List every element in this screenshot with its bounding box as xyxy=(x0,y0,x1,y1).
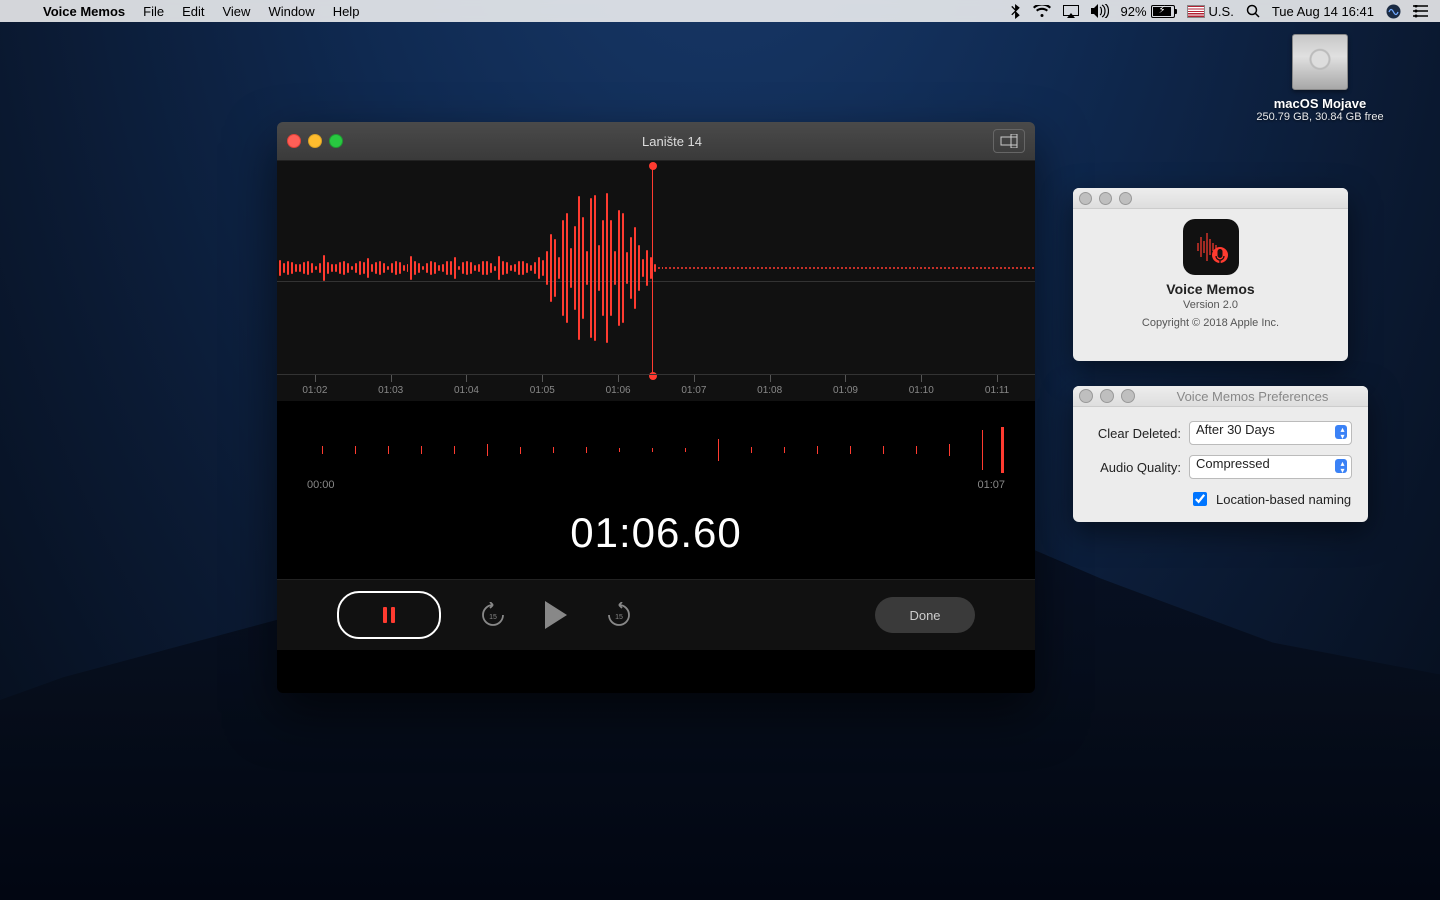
desktop-drive[interactable]: macOS Mojave 250.79 GB, 30.84 GB free xyxy=(1240,34,1400,123)
drive-subtitle: 250.79 GB, 30.84 GB free xyxy=(1240,111,1400,123)
done-button[interactable]: Done xyxy=(875,597,975,633)
drive-icon xyxy=(1292,34,1348,90)
overview-start-time: 00:00 xyxy=(307,479,335,491)
pause-icon xyxy=(383,607,395,623)
clock[interactable]: Tue Aug 14 16:41 xyxy=(1272,4,1374,19)
about-body: Voice Memos Version 2.0 Copyright © 2018… xyxy=(1073,209,1348,337)
minimize-button[interactable] xyxy=(1100,389,1114,403)
about-copyright: Copyright © 2018 Apple Inc. xyxy=(1142,317,1279,329)
overview-waveform[interactable] xyxy=(307,427,1005,473)
menu-help[interactable]: Help xyxy=(324,0,369,22)
voice-memos-window: Lanište 14 01:02 01:03 01:04 01:05 01:06… xyxy=(277,122,1035,693)
waveform-area[interactable]: 01:02 01:03 01:04 01:05 01:06 01:07 01:0… xyxy=(277,161,1035,401)
location-naming-checkbox[interactable] xyxy=(1193,492,1207,506)
waveform-bars xyxy=(277,161,1035,375)
trim-button[interactable] xyxy=(993,129,1025,153)
timeline-tick: 01:09 xyxy=(808,375,884,401)
overview-labels: 00:00 01:07 xyxy=(307,479,1005,491)
traffic-lights xyxy=(287,134,343,148)
skip-back-15-button[interactable]: 15 xyxy=(479,601,507,629)
clear-deleted-value: After 30 Days xyxy=(1196,422,1275,437)
battery-status[interactable]: 92% ⚡︎ xyxy=(1121,4,1175,19)
location-naming-label: Location-based naming xyxy=(1216,492,1351,507)
skip-forward-15-button[interactable]: 15 xyxy=(605,601,633,629)
minimize-button[interactable] xyxy=(308,134,322,148)
input-source-label: U.S. xyxy=(1209,4,1234,19)
input-source[interactable]: U.S. xyxy=(1187,4,1234,19)
menubar: Voice Memos File Edit View Window Help 9… xyxy=(0,0,1440,22)
clear-deleted-select[interactable]: ▴▾ After 30 Days xyxy=(1189,421,1352,445)
prefs-titlebar[interactable]: Voice Memos Preferences xyxy=(1073,386,1368,407)
menu-file[interactable]: File xyxy=(134,0,173,22)
siri-icon[interactable] xyxy=(1386,4,1401,19)
timeline-tick: 01:11 xyxy=(959,375,1035,401)
volume-icon[interactable] xyxy=(1091,4,1109,18)
menu-window[interactable]: Window xyxy=(259,0,323,22)
timeline-ruler: 01:02 01:03 01:04 01:05 01:06 01:07 01:0… xyxy=(277,374,1035,401)
zoom-button[interactable] xyxy=(329,134,343,148)
desktop: Voice Memos File Edit View Window Help 9… xyxy=(0,0,1440,900)
about-window: Voice Memos Version 2.0 Copyright © 2018… xyxy=(1073,188,1348,361)
overview-area: 00:00 01:07 xyxy=(277,401,1035,497)
transport-controls: 15 15 Done xyxy=(277,579,1035,650)
battery-icon: ⚡︎ xyxy=(1151,5,1175,18)
zoom-button[interactable] xyxy=(1121,389,1135,403)
titlebar[interactable]: Lanište 14 xyxy=(277,122,1035,161)
prefs-body: Clear Deleted: ▴▾ After 30 Days Audio Qu… xyxy=(1073,407,1368,522)
audio-quality-select[interactable]: ▴▾ Compressed xyxy=(1189,455,1352,479)
apple-menu[interactable] xyxy=(12,0,30,22)
chevron-updown-icon: ▴▾ xyxy=(1340,426,1344,440)
window-body: 01:02 01:03 01:04 01:05 01:06 01:07 01:0… xyxy=(277,161,1035,693)
overview-playhead[interactable] xyxy=(1001,427,1004,473)
airplay-icon[interactable] xyxy=(1063,5,1079,18)
elapsed-time: 01:06.60 xyxy=(277,497,1035,579)
bluetooth-icon[interactable] xyxy=(1011,4,1021,19)
timeline-tick: 01:10 xyxy=(883,375,959,401)
app-icon xyxy=(1183,219,1239,275)
prefs-title: Voice Memos Preferences xyxy=(1143,389,1362,404)
zoom-button[interactable] xyxy=(1119,192,1132,205)
timeline-tick: 01:05 xyxy=(504,375,580,401)
overview-end-time: 01:07 xyxy=(977,479,1005,491)
about-titlebar[interactable] xyxy=(1073,188,1348,209)
audio-quality-label: Audio Quality: xyxy=(1089,460,1181,475)
notification-center-icon[interactable] xyxy=(1413,5,1428,18)
timeline-tick: 01:06 xyxy=(580,375,656,401)
timeline-tick: 01:03 xyxy=(353,375,429,401)
timeline-tick: 01:07 xyxy=(656,375,732,401)
battery-percent: 92% xyxy=(1121,4,1147,19)
menu-edit[interactable]: Edit xyxy=(173,0,213,22)
minimize-button[interactable] xyxy=(1099,192,1112,205)
timeline-tick: 01:08 xyxy=(732,375,808,401)
about-version: Version 2.0 xyxy=(1183,299,1238,311)
close-button[interactable] xyxy=(1079,192,1092,205)
window-title: Lanište 14 xyxy=(351,134,993,149)
spotlight-icon[interactable] xyxy=(1246,4,1260,18)
wifi-icon[interactable] xyxy=(1033,5,1051,18)
preferences-window: Voice Memos Preferences Clear Deleted: ▴… xyxy=(1073,386,1368,522)
play-button[interactable] xyxy=(545,601,567,629)
clear-deleted-label: Clear Deleted: xyxy=(1089,426,1181,441)
menu-view[interactable]: View xyxy=(213,0,259,22)
flag-icon xyxy=(1187,5,1205,18)
playhead[interactable] xyxy=(652,167,653,375)
timeline-tick: 01:04 xyxy=(429,375,505,401)
drive-name: macOS Mojave xyxy=(1240,96,1400,111)
chevron-updown-icon: ▴▾ xyxy=(1340,460,1344,474)
close-button[interactable] xyxy=(287,134,301,148)
close-button[interactable] xyxy=(1079,389,1093,403)
svg-text:15: 15 xyxy=(615,614,623,621)
pause-record-button[interactable] xyxy=(337,591,441,639)
audio-quality-value: Compressed xyxy=(1196,456,1270,471)
timeline-tick: 01:02 xyxy=(277,375,353,401)
about-app-name: Voice Memos xyxy=(1166,281,1254,297)
svg-text:15: 15 xyxy=(489,614,497,621)
app-menu[interactable]: Voice Memos xyxy=(34,0,134,22)
